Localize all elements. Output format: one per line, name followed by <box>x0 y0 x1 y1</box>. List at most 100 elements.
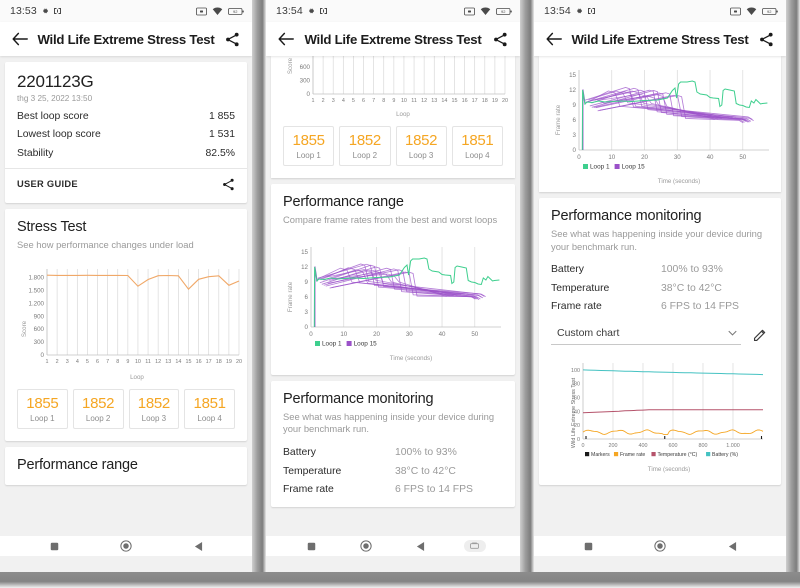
svg-text:0: 0 <box>573 147 577 154</box>
svg-text:12: 12 <box>569 87 576 94</box>
loop-score: 1855 <box>292 132 325 149</box>
result-value: 1 531 <box>208 129 235 140</box>
loop-score: 1852 <box>405 132 438 149</box>
svg-text:9: 9 <box>305 279 309 286</box>
svg-text:13: 13 <box>431 98 437 104</box>
back-button[interactable] <box>187 538 209 554</box>
scroll-content-1[interactable]: 2201123G thg 3 25, 2022 13:50 Best loop … <box>0 56 252 536</box>
cast-icon <box>53 7 62 15</box>
status-bar-clock: 13:54 <box>544 5 571 17</box>
home-button[interactable] <box>115 538 137 554</box>
user-guide-row[interactable]: USER GUIDE <box>17 169 235 191</box>
loop-card[interactable]: 1851 Loop 4 <box>451 126 503 166</box>
user-guide-label: USER GUIDE <box>17 179 78 189</box>
svg-text:0: 0 <box>41 352 45 359</box>
scroll-content-2[interactable]: 0300600900 12345678910111213141516171819… <box>266 56 520 536</box>
share-icon[interactable] <box>756 29 776 49</box>
loop-card[interactable]: 1852 Loop 2 <box>72 389 124 430</box>
monitor-label: Frame rate <box>551 301 602 313</box>
svg-text:3: 3 <box>332 98 335 104</box>
back-button[interactable] <box>409 538 431 554</box>
custom-monitoring-chart: 0 20 40 60 80 100 0 200 400 600 800 1.000 Markers F… <box>551 355 769 473</box>
recents-button[interactable] <box>577 538 599 554</box>
svg-text:10: 10 <box>608 154 615 161</box>
loop-card[interactable]: 1855 Loop 1 <box>17 389 68 430</box>
status-bar-clock: 13:54 <box>276 5 303 17</box>
performance-range-chart-cropped: 0 3 6 9 12 15 0 10 20 30 40 50 Loop 1 Loop 15 Frame… <box>551 58 769 186</box>
back-arrow-icon[interactable] <box>544 29 564 49</box>
pencil-icon[interactable] <box>751 326 769 344</box>
svg-text:10: 10 <box>135 359 141 365</box>
loop-card[interactable]: 1852 Loop 2 <box>339 126 391 166</box>
svg-text:Loop 15: Loop 15 <box>622 164 646 171</box>
loop-score-cards: 1855 Loop 1 1852 Loop 2 1852 Loop 3 1851… <box>283 126 503 166</box>
svg-text:7: 7 <box>372 98 375 104</box>
loop-card[interactable]: 1852 Loop 3 <box>395 126 447 166</box>
monitor-value: 6 FPS to 14 FPS <box>661 301 739 313</box>
svg-text:20: 20 <box>373 331 380 338</box>
svg-text:15: 15 <box>569 72 576 79</box>
home-button[interactable] <box>355 538 377 554</box>
phone-panel-3: 13:54 92 Wild Life Extreme Stress Test 0… <box>534 0 800 588</box>
svg-text:0: 0 <box>577 154 581 161</box>
svg-text:19: 19 <box>226 359 232 365</box>
phone-panel-1: 13:53 92 Wild Life Extreme Stress Test 2… <box>0 0 266 588</box>
svg-text:2: 2 <box>322 98 325 104</box>
loop-card[interactable]: 1855 Loop 1 <box>283 126 335 166</box>
svg-text:600: 600 <box>300 64 311 71</box>
svg-text:15: 15 <box>451 98 457 104</box>
svg-text:15: 15 <box>185 359 191 365</box>
loop-label: Loop 4 <box>197 414 222 424</box>
back-button[interactable] <box>721 538 743 554</box>
app-bar-1: Wild Life Extreme Stress Test <box>0 22 252 56</box>
monitor-label: Temperature <box>283 465 342 477</box>
recents-button[interactable] <box>43 538 65 554</box>
svg-text:6: 6 <box>362 98 365 104</box>
result-label: Stability <box>17 147 54 159</box>
share-icon[interactable] <box>222 29 242 49</box>
svg-text:0: 0 <box>309 331 313 338</box>
result-row-best-loop-score: Best loop score 1 855 <box>17 103 235 122</box>
stress-test-card-cropped: 0300600900 12345678910111213141516171819… <box>271 56 515 178</box>
result-value: 1 855 <box>208 110 235 122</box>
wifi-icon <box>212 6 223 16</box>
chevron-down-icon[interactable] <box>728 330 737 336</box>
back-arrow-icon[interactable] <box>276 29 296 49</box>
nav-bar-2 <box>266 536 520 556</box>
phone-bezel-right <box>252 0 266 572</box>
share-icon[interactable] <box>490 29 510 49</box>
rotate-screen-icon[interactable] <box>463 540 486 552</box>
recents-button[interactable] <box>300 538 322 554</box>
monitor-value: 38°C to 42°C <box>661 282 722 294</box>
back-arrow-icon[interactable] <box>10 29 30 49</box>
svg-text:8: 8 <box>382 98 385 104</box>
chart-type-selected-value: Custom chart <box>557 327 620 340</box>
svg-text:200: 200 <box>609 443 618 449</box>
svg-text:Frame rate: Frame rate <box>287 281 294 312</box>
svg-text:40: 40 <box>439 331 446 338</box>
svg-text:20: 20 <box>502 98 508 104</box>
home-button[interactable] <box>649 538 671 554</box>
stress-test-card: Stress Test See how performance changes … <box>5 208 247 442</box>
result-value: 82.5% <box>205 147 235 159</box>
loop-score: 1852 <box>82 395 115 413</box>
page-title: Wild Life Extreme Stress Test <box>304 31 482 47</box>
svg-text:1.500: 1.500 <box>29 288 45 295</box>
svg-text:1.000: 1.000 <box>726 443 740 449</box>
screenshot-icon <box>464 7 475 16</box>
svg-text:1: 1 <box>312 98 315 104</box>
result-row-stability: Stability 82.5% <box>17 140 235 159</box>
svg-text:40: 40 <box>707 154 714 161</box>
loop-card[interactable]: 1852 Loop 3 <box>128 389 180 430</box>
svg-text:13: 13 <box>165 359 171 365</box>
svg-text:19: 19 <box>492 98 498 104</box>
monitor-value: 100% to 93% <box>395 447 457 459</box>
share-icon[interactable] <box>222 178 235 191</box>
stress-test-subtitle: See how performance changes under load <box>17 238 194 250</box>
loop-card[interactable]: 1851 Loop 4 <box>184 389 235 430</box>
svg-text:0: 0 <box>582 443 585 449</box>
svg-text:Wild Life Extreme Stress Test: Wild Life Extreme Stress Test <box>571 378 577 449</box>
phone-panel-2: 13:54 92 Wild Life Extreme Stress Test 0… <box>266 0 534 588</box>
chart-type-select[interactable]: Custom chart <box>551 324 741 346</box>
scroll-content-3[interactable]: 0 3 6 9 12 15 0 10 20 30 40 50 Loop 1 Loop 15 Frame… <box>534 56 786 536</box>
